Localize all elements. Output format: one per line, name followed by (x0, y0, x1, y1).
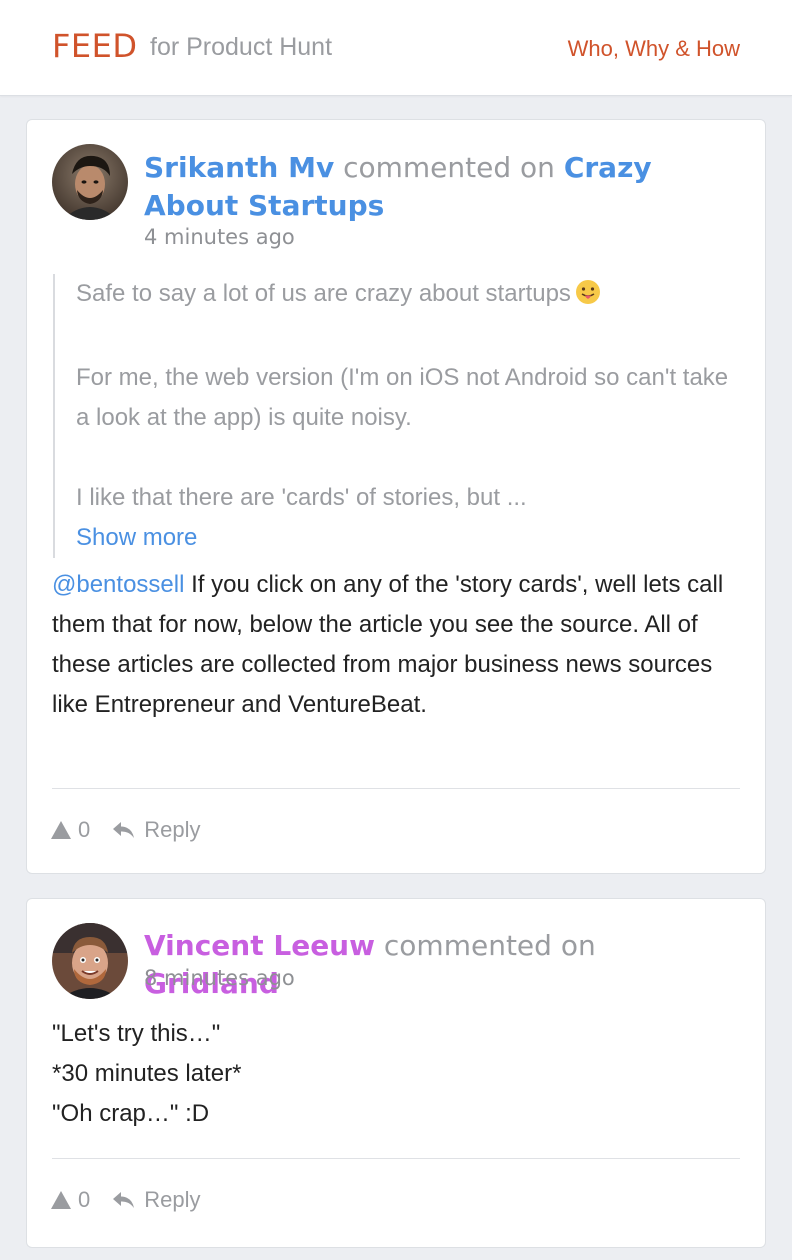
avatar-photo-icon (52, 144, 128, 220)
comment-body-line: "Oh crap…" :D (52, 1100, 210, 1127)
comment-verb: commented on (383, 929, 596, 962)
commenter-name[interactable]: Vincent Leeuw (144, 929, 375, 962)
comment-card: Srikanth Mv commented on Crazy About Sta… (26, 119, 766, 874)
avatar[interactable] (52, 144, 128, 220)
brand-logo[interactable]: FEED (52, 27, 137, 65)
comment-timestamp: 8 minutes ago (144, 966, 295, 990)
comment-body-line: *30 minutes later* (52, 1060, 242, 1087)
divider (52, 1158, 740, 1159)
vote-count: 0 (78, 1187, 91, 1212)
about-link[interactable]: Who, Why & How (568, 36, 740, 62)
tongue-out-emoji-icon (575, 278, 601, 318)
comment-headline: Srikanth Mv commented on Crazy About Sta… (144, 149, 724, 225)
quote-line: For me, the web version (I'm on iOS not … (76, 364, 729, 431)
comment-verb: commented on (343, 151, 555, 184)
commenter-name[interactable]: Srikanth Mv (144, 151, 334, 184)
avatar-photo-icon (52, 923, 128, 999)
comment-body: "Let's try this…" *30 minutes later* "Oh… (52, 1014, 752, 1134)
brand-subtitle: for Product Hunt (150, 33, 333, 61)
comment-actions: 0 Reply (50, 815, 201, 845)
quote-line: I like that there are 'cards' of stories… (76, 484, 527, 511)
quote-line: Safe to say a lot of us are crazy about … (76, 274, 743, 318)
reply-arrow-icon (113, 1192, 135, 1208)
comment-timestamp: 4 minutes ago (144, 225, 295, 249)
reply-button[interactable]: Reply (112, 817, 201, 843)
comment-body: @bentossell If you click on any of the '… (52, 565, 752, 725)
upvote-button[interactable]: 0 (50, 817, 90, 843)
comment-body-line: "Let's try this…" (52, 1020, 221, 1047)
upvote-button[interactable]: 0 (50, 1187, 90, 1213)
app-header: FEED for Product Hunt Who, Why & How (0, 0, 792, 96)
reply-label: Reply (144, 1187, 201, 1212)
upvote-triangle-icon (51, 1191, 71, 1209)
reply-button[interactable]: Reply (112, 1187, 201, 1213)
vote-count: 0 (78, 817, 91, 842)
comment-actions: 0 Reply (50, 1185, 201, 1215)
avatar[interactable] (52, 923, 128, 999)
upvote-triangle-icon (51, 821, 71, 839)
divider (52, 788, 740, 789)
reply-label: Reply (144, 817, 201, 842)
quoted-comment: Safe to say a lot of us are crazy about … (53, 274, 743, 558)
comment-card: Vincent Leeuw commented on Gridland 8 mi… (26, 898, 766, 1248)
user-mention-link[interactable]: @bentossell (52, 571, 184, 598)
reply-arrow-icon (113, 822, 135, 838)
show-more-link[interactable]: Show more (76, 518, 743, 558)
comment-headline: Vincent Leeuw commented on Gridland (144, 927, 724, 1003)
